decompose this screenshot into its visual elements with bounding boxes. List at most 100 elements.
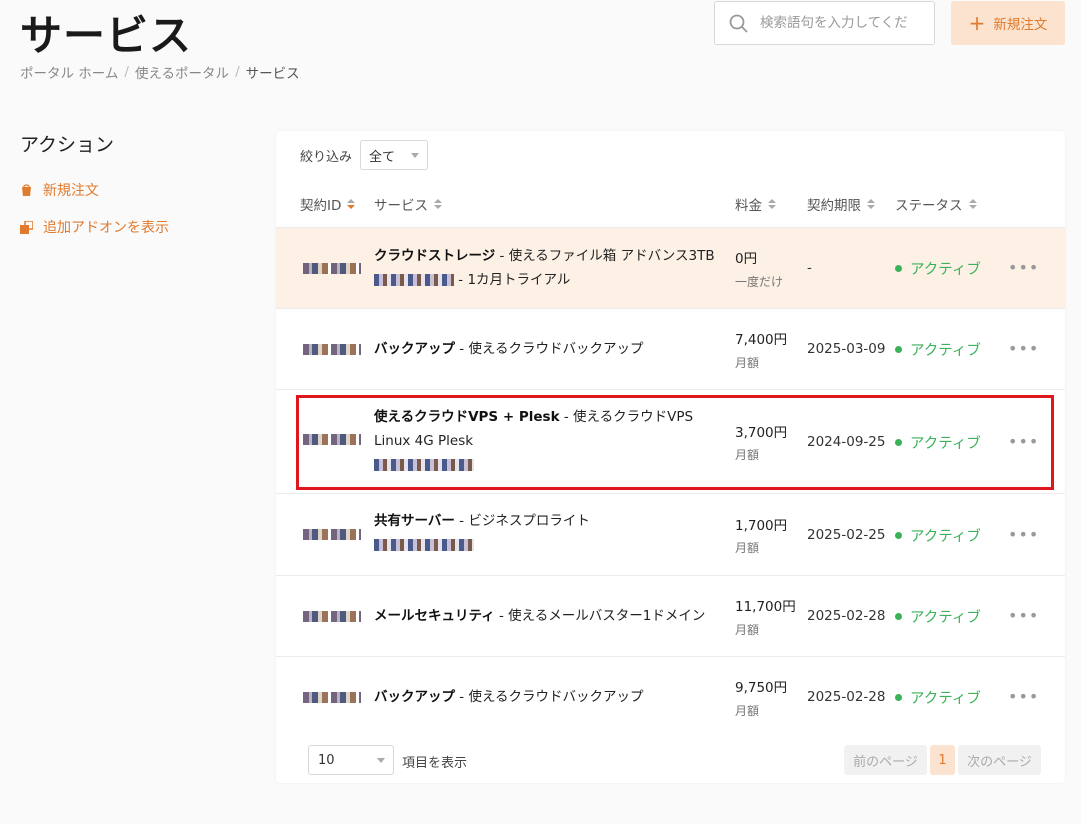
contract-id-redacted — [303, 611, 361, 622]
contract-id-redacted — [303, 529, 361, 540]
page-title: サービス — [20, 11, 193, 60]
domain-redacted — [374, 539, 474, 551]
more-options-icon[interactable]: ••• — [1008, 339, 1039, 358]
breadcrumb-portal-home[interactable]: ポータル ホーム — [20, 62, 118, 82]
column-label: ステータス — [895, 198, 963, 214]
service-cell: 共有サーバー - ビジネスプロライト — [374, 509, 719, 557]
more-options-icon[interactable]: ••• — [1008, 432, 1039, 451]
table-row[interactable]: 共有サーバー - ビジネスプロライト 1,700円 月額 2025-02-25 … — [276, 493, 1065, 575]
next-page-button[interactable]: 次のページ — [958, 745, 1041, 775]
status-badge: アクティブ — [895, 339, 981, 360]
status-dot-icon — [895, 265, 902, 272]
column-label: サービス — [374, 198, 428, 214]
service-tail: - 1カ月トライアル — [454, 272, 571, 288]
status-label: アクティブ — [910, 343, 981, 359]
per-page-value: 10 — [318, 752, 335, 768]
search-box[interactable] — [714, 1, 935, 45]
search-input[interactable] — [760, 15, 920, 31]
services-page: サービス ポータル ホーム / 使えるポータル / サービス + 新規注文 アク… — [0, 0, 1081, 824]
price: 3,700円 — [735, 425, 788, 441]
service-name: クラウドストレージ — [374, 248, 496, 264]
expiry-date: 2025-02-28 — [807, 689, 886, 705]
table-row[interactable]: クラウドストレージ - 使えるファイル箱 アドバンス3TB - 1カ月トライアル… — [276, 227, 1065, 308]
column-header-expiry[interactable]: 契約期限 — [807, 194, 875, 214]
contract-id-redacted — [303, 344, 361, 355]
search-icon — [729, 14, 748, 33]
status-badge: アクティブ — [895, 258, 981, 279]
expiry-date: 2025-02-25 — [807, 527, 886, 543]
breadcrumb-current: サービス — [245, 66, 300, 82]
table-row[interactable]: バックアップ - 使えるクラウドバックアップ 9,750円 月額 2025-02… — [276, 656, 1065, 737]
filter-label: 絞り込み — [300, 150, 353, 165]
addon-icon — [20, 219, 34, 234]
expiry-date: 2024-09-25 — [807, 434, 886, 450]
service-product: - 使えるメールバスター1ドメイン — [494, 608, 706, 624]
status-badge: アクティブ — [895, 606, 981, 627]
billing-period: 月額 — [735, 448, 760, 462]
sort-icon — [347, 199, 356, 209]
billing-period: 月額 — [735, 704, 760, 718]
cart-icon — [20, 183, 33, 197]
breadcrumb-separator: / — [235, 64, 240, 80]
column-header-service[interactable]: サービス — [374, 194, 442, 214]
column-header-contract-id[interactable]: 契約ID — [300, 194, 356, 214]
table-row[interactable]: 使えるクラウドVPS + Plesk - 使えるクラウドVPS Linux 4G… — [276, 389, 1065, 493]
sidebar-item-label: 新規注文 — [43, 183, 99, 199]
per-page-label: 項目を表示 — [402, 756, 468, 771]
service-cell: バックアップ - 使えるクラウドバックアップ — [374, 337, 719, 361]
sidebar-item-new-order[interactable]: 新規注文 — [20, 180, 99, 200]
status-dot-icon — [895, 613, 902, 620]
services-table-card: 絞り込み 全て 契約ID サービス 料金 契約期限 ステータス クラウドストレー… — [276, 131, 1065, 783]
per-page-select[interactable]: 10 — [308, 745, 394, 775]
status-label: アクティブ — [910, 610, 981, 626]
sidebar-item-addons[interactable]: 追加アドオンを表示 — [20, 217, 169, 237]
service-product: - 使えるファイル箱 アドバンス3TB — [495, 248, 715, 264]
status-label: アクティブ — [910, 262, 981, 278]
contract-id-redacted — [303, 263, 361, 274]
more-options-icon[interactable]: ••• — [1008, 258, 1039, 277]
status-label: アクティブ — [910, 691, 981, 707]
price: 7,400円 — [735, 332, 788, 348]
sort-icon — [434, 199, 442, 209]
status-label: アクティブ — [910, 436, 981, 452]
status-dot-icon — [895, 346, 902, 353]
service-name: 使えるクラウドVPS + Plesk — [374, 409, 560, 425]
price: 0円 — [735, 251, 758, 267]
billing-period: 一度だけ — [735, 275, 784, 289]
table-row[interactable]: メールセキュリティ - 使えるメールバスター1ドメイン 11,700円 月額 2… — [276, 575, 1065, 656]
previous-page-button[interactable]: 前のページ — [844, 745, 927, 775]
service-product: - ビジネスプロライト — [454, 513, 590, 529]
column-header-price[interactable]: 料金 — [735, 194, 776, 214]
contract-id-redacted — [303, 692, 361, 703]
chevron-down-icon — [411, 153, 419, 158]
service-name: バックアップ — [374, 341, 455, 357]
more-options-icon[interactable]: ••• — [1008, 606, 1039, 625]
breadcrumb-tsukaeru-portal[interactable]: 使えるポータル — [135, 62, 229, 82]
service-name: 共有サーバー — [374, 513, 455, 529]
expiry-date: 2025-02-28 — [807, 608, 886, 624]
more-options-icon[interactable]: ••• — [1008, 525, 1039, 544]
status-label: アクティブ — [910, 529, 981, 545]
page-number-button[interactable]: 1 — [930, 745, 955, 775]
service-product: - 使えるクラウドバックアップ — [455, 689, 644, 705]
service-cell: 使えるクラウドVPS + Plesk - 使えるクラウドVPS Linux 4G… — [374, 405, 719, 477]
more-options-icon[interactable]: ••• — [1008, 687, 1039, 706]
new-order-button[interactable]: + 新規注文 — [951, 1, 1065, 45]
table-row[interactable]: バックアップ - 使えるクラウドバックアップ 7,400円 月額 2025-03… — [276, 308, 1065, 389]
status-dot-icon — [895, 532, 902, 539]
filter-select[interactable]: 全て — [360, 140, 428, 170]
sidebar-item-label: 追加アドオンを表示 — [43, 220, 169, 236]
column-label: 契約ID — [300, 198, 342, 214]
column-label: 契約期限 — [807, 198, 861, 214]
contract-id-redacted — [303, 434, 361, 445]
column-header-status[interactable]: ステータス — [895, 194, 977, 214]
service-product: - 使えるクラウドバックアップ — [455, 341, 644, 357]
column-label: 料金 — [735, 198, 762, 214]
billing-period: 月額 — [735, 541, 760, 555]
service-cell: メールセキュリティ - 使えるメールバスター1ドメイン — [374, 604, 719, 628]
service-name: メールセキュリティ — [374, 608, 495, 624]
sort-icon — [768, 199, 776, 209]
status-dot-icon — [895, 694, 902, 701]
service-cell: バックアップ - 使えるクラウドバックアップ — [374, 685, 719, 709]
price: 11,700円 — [735, 599, 796, 615]
